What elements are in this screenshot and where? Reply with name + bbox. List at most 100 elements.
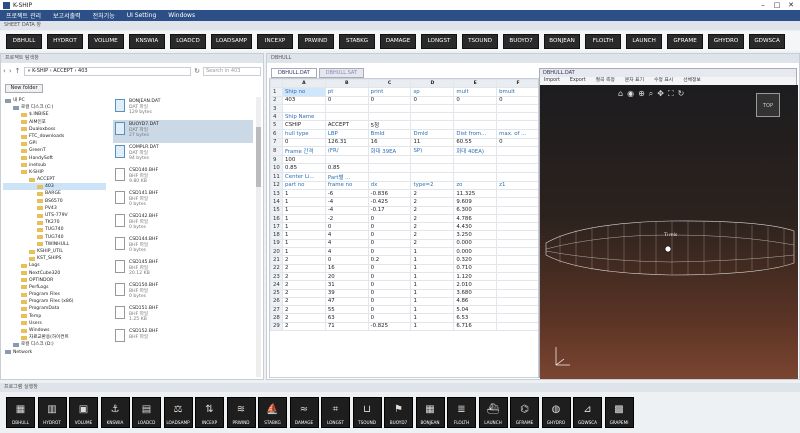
grid-cell[interactable]: [496, 255, 538, 265]
grid-cell[interactable]: 1: [410, 280, 455, 290]
grid-cell[interactable]: 0: [496, 137, 538, 148]
grid-cell[interactable]: 2: [282, 296, 326, 307]
row-header[interactable]: 12: [270, 180, 283, 190]
sheet-button-tsound[interactable]: TSOUND: [462, 33, 499, 49]
grid-cell[interactable]: 1: [282, 188, 326, 199]
grid-cell[interactable]: [496, 238, 538, 249]
program-button-tsound[interactable]: ⊔ TSOUND: [352, 397, 382, 428]
program-button-prwind[interactable]: ≋ PRWIND: [226, 397, 256, 428]
row-header[interactable]: 4: [270, 112, 283, 122]
grid-cell[interactable]: zo: [453, 180, 498, 190]
row-header[interactable]: 3: [270, 103, 283, 114]
grid-cell[interactable]: 0: [410, 95, 455, 105]
tree-item[interactable]: BARGE: [3, 190, 106, 197]
grid-cell[interactable]: 63: [324, 313, 369, 323]
grid-cell[interactable]: [496, 222, 538, 232]
grid-cell[interactable]: [496, 188, 538, 199]
grid-cell[interactable]: 2: [282, 271, 326, 282]
grid-cell[interactable]: [410, 103, 455, 114]
sheet-button-launch[interactable]: LAUNCH: [626, 33, 663, 49]
grid-cell[interactable]: 5청: [367, 120, 412, 131]
grid-cell[interactable]: 0: [453, 95, 498, 105]
grid-cell[interactable]: [367, 155, 412, 165]
column-header[interactable]: D: [410, 79, 455, 89]
grid-cell[interactable]: [496, 205, 538, 215]
row-header[interactable]: 20: [270, 247, 283, 257]
row-header[interactable]: 8: [270, 146, 283, 157]
program-button-volume[interactable]: ▣ VOLUME: [69, 397, 98, 428]
grid-cell[interactable]: -2: [324, 213, 369, 224]
grid-cell[interactable]: 11.325: [453, 188, 498, 199]
grid-cell[interactable]: 2: [410, 205, 455, 215]
grid-cell[interactable]: print: [367, 87, 412, 97]
tree-item[interactable]: AIM인포: [3, 119, 106, 126]
grid-cell[interactable]: [496, 288, 538, 298]
grid-cell[interactable]: frame no: [324, 180, 369, 190]
tree-item[interactable]: PerfLogs: [3, 284, 106, 291]
grid-cell[interactable]: 2: [282, 263, 326, 273]
grid-cell[interactable]: Part별 ...: [324, 171, 369, 182]
new-folder-button[interactable]: New folder: [5, 84, 43, 93]
grid-cell[interactable]: -0.17: [367, 205, 412, 215]
grid-cell[interactable]: 0: [367, 280, 412, 290]
tree-item[interactable]: TUG740: [3, 226, 106, 233]
grid-cell[interactable]: 100: [282, 155, 326, 165]
row-header[interactable]: 1: [270, 87, 283, 97]
grid-cell[interactable]: Dist from...: [453, 129, 498, 139]
row-header[interactable]: 5: [270, 120, 283, 131]
tree-item[interactable]: ProgramData: [3, 305, 106, 312]
grid-cell[interactable]: 0.85: [282, 163, 326, 173]
grid-cell[interactable]: 403: [282, 95, 326, 105]
row-header[interactable]: 14: [270, 197, 283, 207]
grid-cell[interactable]: 4.786: [453, 213, 498, 224]
grid-cell[interactable]: 11: [410, 137, 455, 148]
grid-cell[interactable]: [496, 313, 538, 323]
tab-dbhull-sat[interactable]: DBHULL.SAT: [318, 68, 364, 78]
row-header[interactable]: 23: [270, 271, 283, 282]
column-header[interactable]: A: [282, 79, 326, 89]
grid-cell[interactable]: [453, 171, 498, 182]
grid-cell[interactable]: Frame 간격: [282, 146, 326, 157]
grid-cell[interactable]: 4.86: [453, 296, 498, 307]
grid-cell[interactable]: 3.680: [453, 288, 498, 298]
tree-item[interactable]: BS6570: [3, 198, 106, 205]
grid-cell[interactable]: 2: [410, 197, 455, 207]
tree-item[interactable]: TK270: [3, 219, 106, 226]
tree-item[interactable]: inetsub: [3, 162, 106, 169]
row-header[interactable]: 24: [270, 280, 283, 290]
grid-cell[interactable]: 0: [324, 95, 369, 105]
row-header[interactable]: 19: [270, 238, 283, 249]
viewer-menu-item[interactable]: Export: [570, 77, 586, 85]
grid-cell[interactable]: 20: [324, 271, 369, 282]
tree-item[interactable]: K-SHIP: [3, 169, 106, 176]
forward-icon[interactable]: ›: [9, 67, 12, 75]
tree-item[interactable]: KST_SHIPS: [3, 255, 106, 262]
grid-cell[interactable]: mult: [453, 87, 498, 97]
grid-cell[interactable]: 2: [282, 305, 326, 315]
tree-item[interactable]: TUG740: [3, 234, 106, 241]
row-header[interactable]: 15: [270, 205, 283, 215]
menu-item[interactable]: 프로젝트 관리: [0, 11, 47, 20]
tree-item[interactable]: FTC_downloads: [3, 133, 106, 140]
grid-cell[interactable]: 71: [324, 321, 369, 332]
column-header[interactable]: B: [324, 79, 369, 89]
minimize-icon[interactable]: –: [756, 0, 770, 10]
grid-cell[interactable]: 0.710: [453, 263, 498, 273]
grid-cell[interactable]: [496, 103, 538, 114]
program-button-damage[interactable]: ≈ DAMAGE: [289, 397, 319, 428]
grid-cell[interactable]: 0: [367, 238, 412, 249]
grid-cell[interactable]: 55: [324, 305, 369, 315]
grid-cell[interactable]: 1: [282, 222, 326, 232]
grid-corner[interactable]: [270, 79, 283, 89]
grid-cell[interactable]: Ship Name: [282, 112, 326, 122]
grid-cell[interactable]: 0: [367, 288, 412, 298]
grid-cell[interactable]: 1: [410, 263, 455, 273]
grid-cell[interactable]: 0.000: [453, 238, 498, 249]
grid-cell[interactable]: [496, 146, 538, 157]
grid-cell[interactable]: hull type: [282, 129, 326, 139]
viewer-menu-item[interactable]: Import: [544, 77, 560, 85]
file-item[interactable]: CSD150.BHF BHF 파일 0 bytes: [113, 281, 253, 304]
grid-cell[interactable]: 5.04: [453, 305, 498, 315]
search-input[interactable]: Search in 403: [203, 66, 261, 76]
program-button-flolth[interactable]: ≣ FLOLTH: [447, 397, 476, 428]
